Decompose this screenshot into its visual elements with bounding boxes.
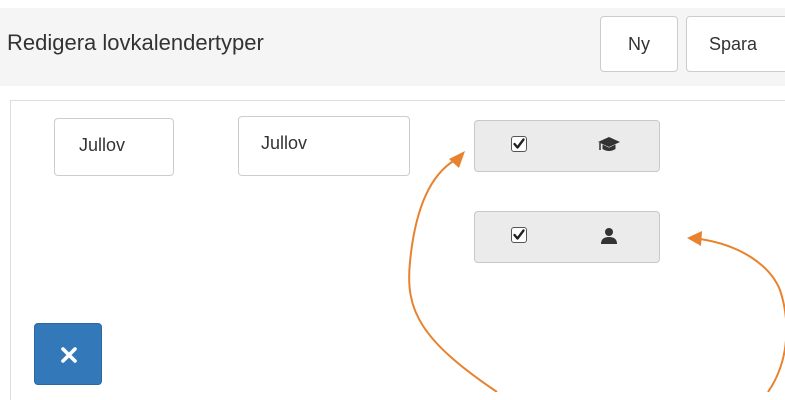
new-button[interactable]: Ny bbox=[600, 16, 678, 72]
page-title: Redigera lovkalendertyper bbox=[7, 30, 264, 55]
checkmark-icon bbox=[513, 138, 525, 149]
user-icon bbox=[601, 228, 617, 244]
checkmark-icon bbox=[513, 229, 525, 240]
save-button[interactable]: Spara bbox=[686, 16, 785, 72]
student-checkbox[interactable] bbox=[511, 136, 527, 152]
abbreviation-field[interactable]: Jullov bbox=[54, 118, 174, 176]
delete-button[interactable] bbox=[34, 323, 102, 385]
staff-toggle[interactable] bbox=[474, 211, 660, 263]
staff-checkbox[interactable] bbox=[511, 227, 527, 243]
name-field[interactable]: Jullov bbox=[238, 116, 410, 176]
student-toggle[interactable] bbox=[474, 120, 660, 172]
graduation-cap-icon bbox=[598, 137, 620, 151]
close-icon bbox=[61, 347, 77, 363]
